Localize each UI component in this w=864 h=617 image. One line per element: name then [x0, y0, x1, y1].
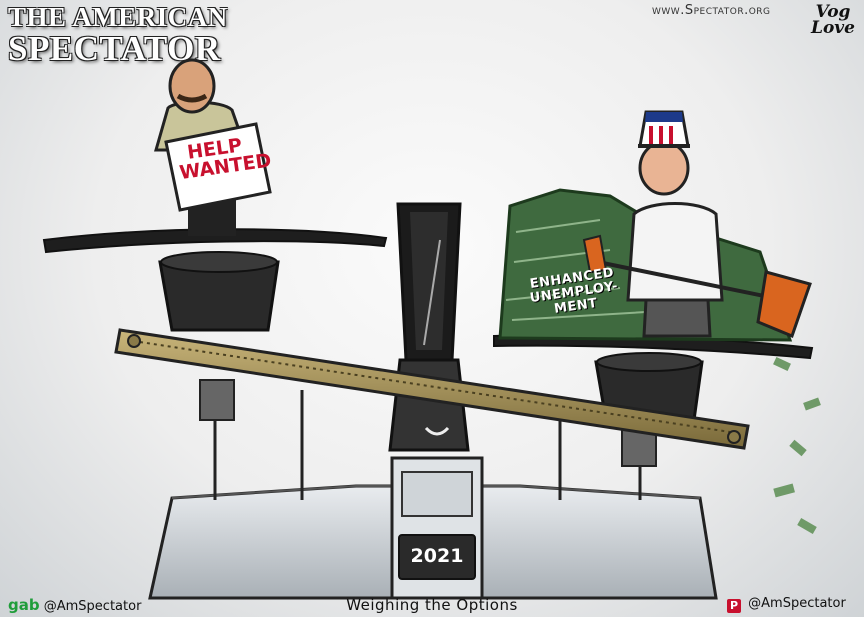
cartoon-illustration	[42, 58, 821, 600]
parler-handle-credit[interactable]: P @AmSpectator	[727, 596, 846, 613]
scale-base	[148, 456, 718, 600]
parler-icon: P	[727, 599, 741, 613]
year-label: 2021	[410, 545, 464, 567]
left-pan	[42, 228, 388, 421]
center-indicator	[388, 202, 470, 452]
parler-handle: @AmSpectator	[748, 596, 846, 611]
